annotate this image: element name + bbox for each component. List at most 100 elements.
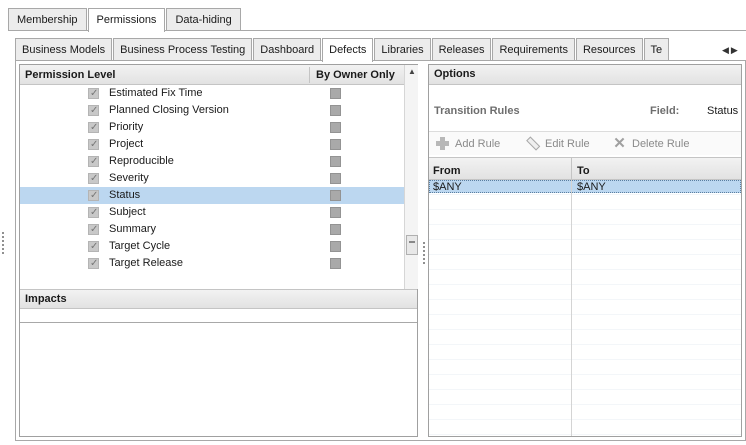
permission-field-label: Reproducible bbox=[109, 155, 174, 167]
permission-field-label: Estimated Fix Time bbox=[109, 87, 203, 99]
permission-field-label: Subject bbox=[109, 206, 146, 218]
splitter-grip-icon[interactable] bbox=[423, 242, 426, 268]
owner-only-checkbox[interactable] bbox=[330, 207, 341, 218]
rule-to-cell: $ANY bbox=[577, 181, 606, 193]
add-rule-button[interactable]: Add Rule bbox=[435, 136, 500, 151]
tab-scroll-left-icon[interactable]: ◀ bbox=[722, 44, 729, 56]
module-tab-bar: Business Models Business Process Testing… bbox=[15, 38, 670, 62]
permissions-table-header: Permission Level By Owner Only bbox=[20, 65, 404, 85]
permission-row[interactable]: Priority bbox=[20, 119, 404, 136]
add-rule-label: Add Rule bbox=[455, 137, 501, 150]
permissions-rows: Estimated Fix Time Planned Closing Versi… bbox=[20, 85, 404, 272]
permission-checkbox[interactable] bbox=[88, 86, 99, 102]
permission-row-selected[interactable]: Status bbox=[20, 187, 404, 204]
delete-icon: ✕ bbox=[613, 135, 626, 152]
options-panel: Options Transition Rules Field: Status A… bbox=[428, 64, 742, 437]
delete-rule-button[interactable]: ✕ Delete Rule bbox=[612, 136, 689, 151]
column-divider bbox=[571, 180, 572, 436]
permission-field-label: Target Release bbox=[109, 257, 183, 269]
permission-checkbox[interactable] bbox=[88, 188, 99, 204]
left-resize-grip-icon[interactable] bbox=[2, 232, 5, 260]
owner-only-checkbox[interactable] bbox=[330, 139, 341, 150]
owner-only-checkbox[interactable] bbox=[330, 156, 341, 167]
permission-row[interactable]: Summary bbox=[20, 221, 404, 238]
tab-scroll-right-icon[interactable]: ▶ bbox=[731, 44, 738, 56]
permission-row[interactable]: Subject bbox=[20, 204, 404, 221]
scroll-thumb[interactable] bbox=[406, 235, 418, 255]
pencil-icon bbox=[522, 133, 543, 154]
permissions-scrollbar[interactable]: ▲ bbox=[404, 65, 418, 289]
permission-field-label: Status bbox=[109, 189, 141, 201]
scroll-up-icon[interactable]: ▲ bbox=[407, 66, 417, 78]
owner-only-checkbox[interactable] bbox=[330, 258, 341, 269]
owner-only-checkbox[interactable] bbox=[330, 224, 341, 235]
permission-checkbox[interactable] bbox=[88, 171, 99, 187]
permission-field-label: Summary bbox=[109, 223, 157, 235]
owner-only-checkbox[interactable] bbox=[330, 122, 341, 133]
tab-permissions[interactable]: Permissions bbox=[87, 8, 166, 32]
grid-body: $ANY $ANY bbox=[429, 180, 741, 436]
column-to[interactable]: To bbox=[577, 165, 590, 177]
edit-rule-label: Edit Rule bbox=[545, 137, 590, 150]
permission-checkbox[interactable] bbox=[88, 222, 99, 238]
tab-dashboard[interactable]: Dashboard bbox=[253, 38, 322, 61]
permission-checkbox[interactable] bbox=[88, 154, 99, 170]
options-header: Options bbox=[429, 65, 741, 85]
tab-business-models[interactable]: Business Models bbox=[15, 38, 113, 61]
permission-field-label: Target Cycle bbox=[109, 240, 171, 252]
column-from[interactable]: From bbox=[433, 165, 461, 177]
field-value: Status bbox=[707, 105, 739, 117]
permission-field-label: Project bbox=[109, 138, 144, 150]
permission-row[interactable]: Estimated Fix Time bbox=[20, 85, 404, 102]
delete-rule-label: Delete Rule bbox=[632, 137, 690, 150]
permission-checkbox[interactable] bbox=[88, 239, 99, 255]
rule-from-cell: $ANY bbox=[433, 181, 462, 193]
transition-rules-grid: From To $ANY $ANY bbox=[429, 157, 741, 436]
permission-row[interactable]: Planned Closing Version bbox=[20, 102, 404, 119]
permission-row[interactable]: Target Cycle bbox=[20, 238, 404, 255]
column-by-owner-only[interactable]: By Owner Only bbox=[316, 69, 395, 81]
tab-resources[interactable]: Resources bbox=[575, 38, 643, 61]
add-icon bbox=[435, 136, 450, 151]
owner-only-checkbox[interactable] bbox=[330, 241, 341, 252]
permission-row[interactable]: Project bbox=[20, 136, 404, 153]
column-divider bbox=[309, 67, 310, 83]
grid-header: From To bbox=[429, 158, 741, 180]
tab-libraries[interactable]: Libraries bbox=[374, 38, 431, 61]
owner-only-checkbox[interactable] bbox=[330, 88, 341, 99]
permission-checkbox[interactable] bbox=[88, 256, 99, 272]
permission-row[interactable]: Target Release bbox=[20, 255, 404, 272]
permission-checkbox[interactable] bbox=[88, 103, 99, 119]
permission-field-label: Planned Closing Version bbox=[109, 104, 229, 116]
tab-data-hiding[interactable]: Data-hiding bbox=[166, 8, 241, 31]
field-label: Field: bbox=[650, 105, 680, 117]
owner-only-checkbox[interactable] bbox=[330, 105, 341, 116]
edit-rule-button[interactable]: Edit Rule bbox=[525, 136, 590, 151]
owner-only-checkbox[interactable] bbox=[330, 190, 341, 201]
column-divider bbox=[571, 158, 572, 180]
tab-defects[interactable]: Defects bbox=[322, 38, 374, 62]
rules-toolbar: Add Rule Edit Rule ✕ Delete Rule bbox=[429, 131, 741, 155]
permission-row[interactable]: Severity bbox=[20, 170, 404, 187]
impacts-header: Impacts bbox=[20, 289, 417, 309]
transition-rules-row: Transition Rules Field: Status bbox=[429, 101, 741, 117]
tab-membership[interactable]: Membership bbox=[8, 8, 87, 31]
top-tab-bar: Membership Permissions Data-hiding bbox=[8, 8, 242, 32]
permission-checkbox[interactable] bbox=[88, 205, 99, 221]
column-permission-level[interactable]: Permission Level bbox=[25, 69, 116, 81]
permissions-panel: Permission Level By Owner Only Estimated… bbox=[19, 64, 418, 437]
tab-business-process-testing[interactable]: Business Process Testing bbox=[113, 38, 253, 61]
tab-scroll-buttons: ◀ ▶ bbox=[722, 44, 744, 56]
tab-requirements[interactable]: Requirements bbox=[492, 38, 575, 61]
permission-checkbox[interactable] bbox=[88, 120, 99, 136]
permission-row[interactable]: Reproducible bbox=[20, 153, 404, 170]
tab-releases[interactable]: Releases bbox=[431, 38, 492, 61]
permission-field-label: Priority bbox=[109, 121, 144, 133]
tab-test-truncated[interactable]: Te bbox=[643, 38, 670, 61]
transition-rules-label: Transition Rules bbox=[434, 105, 520, 117]
owner-only-checkbox[interactable] bbox=[330, 173, 341, 184]
impacts-field[interactable] bbox=[20, 309, 417, 323]
table-row[interactable]: $ANY $ANY bbox=[429, 180, 741, 193]
permission-checkbox[interactable] bbox=[88, 137, 99, 153]
permission-field-label: Severity bbox=[109, 172, 149, 184]
